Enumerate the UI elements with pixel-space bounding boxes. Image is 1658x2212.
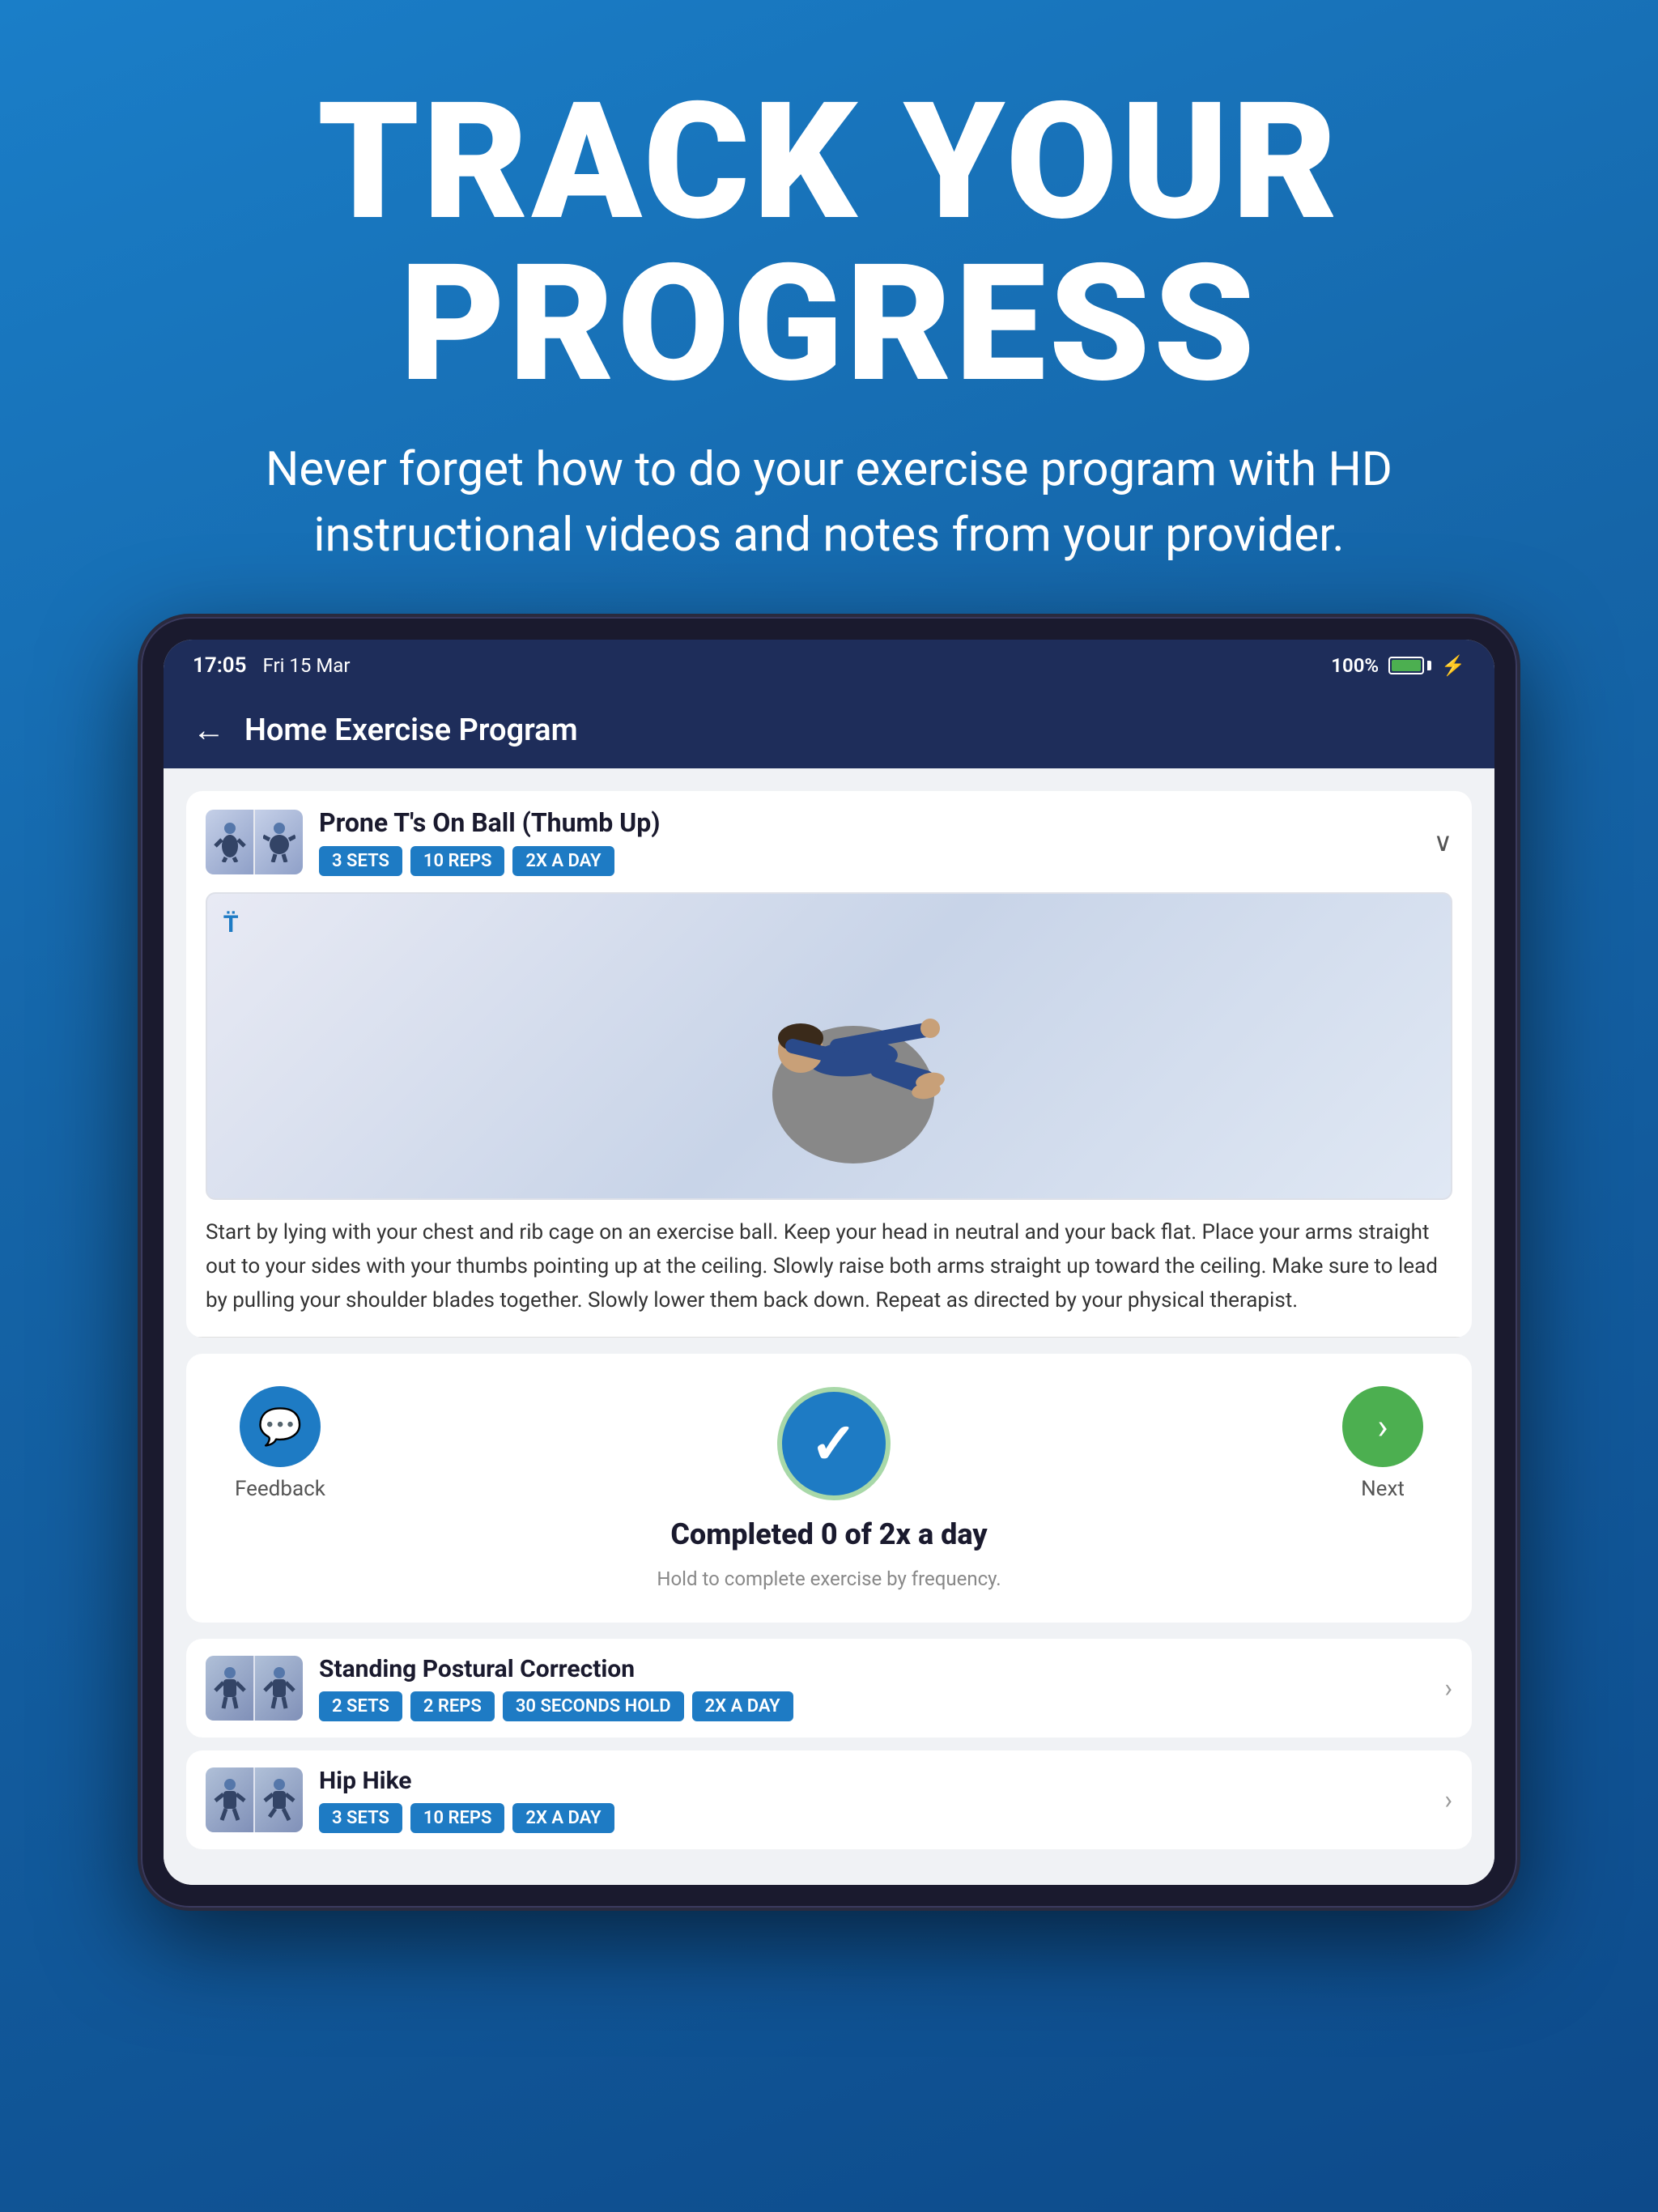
page-subtitle: Never forget how to do your exercise pro…	[262, 437, 1396, 568]
thumb-right	[255, 810, 303, 874]
list-name-2: Hip Hike	[319, 1767, 1428, 1795]
exercise-tags: 3 SETS 10 REPS 2X A DAY	[319, 846, 1418, 876]
battery-icon	[1388, 657, 1431, 674]
arrow-right-icon: ›	[1377, 1406, 1388, 1448]
list-thumb-right-1	[255, 1656, 303, 1721]
tag-reps: 10 REPS	[410, 846, 505, 876]
next-button[interactable]: › Next	[1342, 1386, 1423, 1501]
expand-icon[interactable]: ∨	[1434, 827, 1452, 857]
list-tag-sets-2: 3 SETS	[319, 1803, 402, 1833]
list-info-2: Hip Hike 3 SETS 10 REPS 2X A DAY	[319, 1767, 1428, 1833]
action-row: 💬 Feedback ✓	[186, 1354, 1472, 1623]
action-buttons: 💬 Feedback ✓	[235, 1386, 1423, 1501]
hold-text: Hold to complete exercise by frequency.	[657, 1568, 1001, 1590]
back-button[interactable]: ←	[193, 711, 225, 749]
tablet-frame: 17:05 Fri 15 Mar 100% ⚡ ← Hom	[141, 617, 1517, 1908]
list-thumbnail-1	[206, 1656, 303, 1721]
next-label: Next	[1361, 1477, 1405, 1501]
list-thumb-left-2	[206, 1767, 253, 1832]
tag-sets: 3 SETS	[319, 846, 402, 876]
list-chevron-1: ›	[1444, 1673, 1452, 1704]
app-header: ← Home Exercise Program	[164, 691, 1494, 768]
header-section: TRACK YOUR PROGRESS Never forget how to …	[0, 0, 1658, 617]
status-date: Fri 15 Mar	[263, 654, 351, 677]
feedback-label: Feedback	[235, 1477, 325, 1501]
video-area[interactable]: T̈	[206, 892, 1452, 1200]
exercise-figure	[675, 925, 983, 1168]
feedback-button[interactable]: 💬 Feedback	[235, 1386, 325, 1501]
video-watermark: T̈	[223, 910, 238, 938]
list-thumb-right-2	[255, 1767, 303, 1832]
check-icon: ✓	[810, 1410, 858, 1478]
battery-percent: 100%	[1331, 654, 1379, 677]
list-tag-freq-1: 2X A DAY	[692, 1691, 793, 1721]
list-item[interactable]: Hip Hike 3 SETS 10 REPS 2X A DAY ›	[186, 1750, 1472, 1849]
list-tags-1: 2 SETS 2 REPS 30 SECONDS HOLD 2X A DAY	[319, 1691, 1428, 1721]
tablet-wrapper: 17:05 Fri 15 Mar 100% ⚡ ← Hom	[0, 617, 1658, 1908]
battery-tip	[1427, 661, 1431, 670]
list-item[interactable]: Standing Postural Correction 2 SETS 2 RE…	[186, 1639, 1472, 1738]
list-thumb-left-1	[206, 1656, 253, 1721]
exercise-card: Prone T's On Ball (Thumb Up) 3 SETS 10 R…	[186, 791, 1472, 1338]
list-tag-freq-2: 2X A DAY	[512, 1803, 614, 1833]
status-time: 17:05	[193, 653, 247, 678]
app-header-title: Home Exercise Program	[244, 713, 578, 748]
thumb-left	[206, 810, 253, 874]
status-right: 100% ⚡	[1331, 654, 1465, 677]
list-chevron-2: ›	[1444, 1784, 1452, 1815]
page-title: TRACK YOUR PROGRESS	[65, 81, 1593, 405]
battery-fill	[1392, 660, 1421, 671]
exercise-name: Prone T's On Ball (Thumb Up)	[319, 807, 1418, 838]
tag-frequency: 2X A DAY	[512, 846, 614, 876]
charging-icon: ⚡	[1441, 654, 1465, 677]
status-bar: 17:05 Fri 15 Mar 100% ⚡	[164, 640, 1494, 691]
exercise-header: Prone T's On Ball (Thumb Up) 3 SETS 10 R…	[186, 791, 1472, 892]
feedback-icon: 💬	[240, 1386, 321, 1467]
next-icon: ›	[1342, 1386, 1423, 1467]
completed-text: Completed 0 of 2x a day	[670, 1517, 987, 1551]
complete-button[interactable]: ✓	[777, 1387, 891, 1500]
list-thumbnail-2	[206, 1767, 303, 1832]
exercise-description: Start by lying with your chest and rib c…	[186, 1216, 1472, 1338]
list-name-1: Standing Postural Correction	[319, 1655, 1428, 1683]
list-tag-reps-2: 10 REPS	[410, 1803, 505, 1833]
list-tags-2: 3 SETS 10 REPS 2X A DAY	[319, 1803, 1428, 1833]
content-area: Prone T's On Ball (Thumb Up) 3 SETS 10 R…	[164, 768, 1494, 1885]
list-tag-hold-1: 30 SECONDS HOLD	[503, 1691, 684, 1721]
complete-circle: ✓	[777, 1387, 891, 1500]
chat-icon: 💬	[258, 1406, 303, 1448]
list-tag-sets-1: 2 SETS	[319, 1691, 402, 1721]
exercise-thumbnail	[206, 810, 303, 874]
list-info-1: Standing Postural Correction 2 SETS 2 RE…	[319, 1655, 1428, 1721]
exercise-info: Prone T's On Ball (Thumb Up) 3 SETS 10 R…	[319, 807, 1418, 876]
battery-body	[1388, 657, 1424, 674]
list-tag-reps-1: 2 REPS	[410, 1691, 495, 1721]
tablet-screen: 17:05 Fri 15 Mar 100% ⚡ ← Hom	[164, 640, 1494, 1885]
